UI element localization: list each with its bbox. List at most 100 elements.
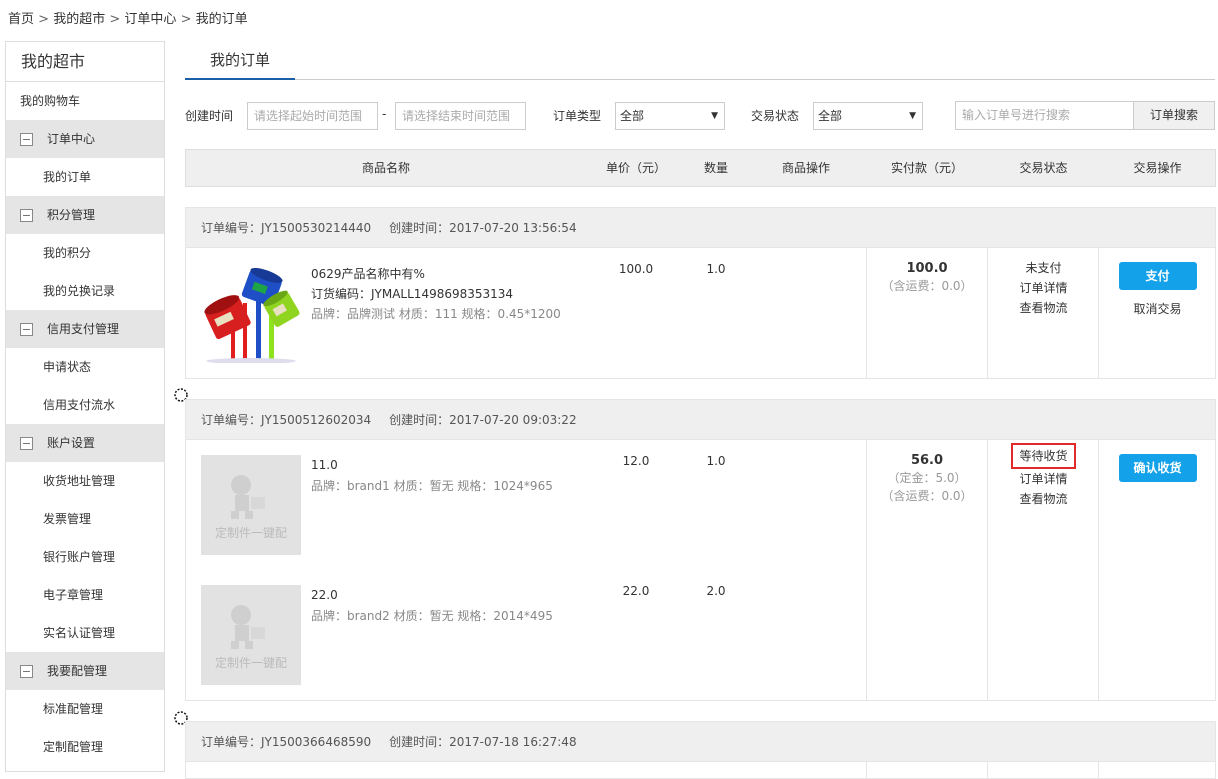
start-time-input[interactable]: 请选择起始时间范围 xyxy=(247,102,378,130)
quantity: 1.0 xyxy=(706,262,726,276)
breadcrumb-home[interactable]: 首页 xyxy=(8,12,34,27)
breadcrumb-separator: > xyxy=(180,12,192,27)
breadcrumb-order-center[interactable]: 订单中心 xyxy=(124,12,176,27)
order-created-time: 创建时间：2017-07-20 13:56:54 xyxy=(389,221,577,235)
quantity: 1.0 xyxy=(706,454,726,468)
col-paid-amount: 实付款（元） xyxy=(890,161,963,175)
breadcrumb-my-orders: 我的订单 xyxy=(195,12,248,27)
sidebar-item-verification[interactable]: 实名认证管理 xyxy=(6,614,164,652)
sidebar-group-order-center[interactable]: − 订单中心 xyxy=(6,120,164,158)
pay-button[interactable]: 支付 xyxy=(1118,262,1197,290)
sidebar-item-my-orders[interactable]: 我的订单 xyxy=(6,158,164,196)
order-detail-link[interactable]: 订单详情 xyxy=(988,278,1099,298)
sidebar-item-e-seal[interactable]: 电子章管理 xyxy=(6,576,164,614)
sidebar-item-credit-flow[interactable]: 信用支付流水 xyxy=(6,386,164,424)
order-table-header: 商品名称 单价（元） 数量 商品操作 实付款（元） 交易状态 交易操作 xyxy=(185,149,1216,187)
sidebar-item-my-points[interactable]: 我的积分 xyxy=(6,234,164,272)
trade-status-value: 全部 xyxy=(818,109,843,123)
order-type-label: 订单类型 xyxy=(553,109,602,123)
create-time-label: 创建时间 xyxy=(185,109,234,123)
trade-action-cell: 支付 取消交易 xyxy=(1099,262,1216,317)
col-product-name: 商品名称 xyxy=(361,161,410,175)
product-code: 订货编码：JYMALL1498698353134 xyxy=(311,287,514,301)
col-product-action: 商品操作 xyxy=(781,161,830,175)
order-search-input[interactable]: 输入订单号进行搜索 xyxy=(955,101,1134,130)
order-number: 订单编号：JY1500512602034 xyxy=(201,413,372,427)
product-meta: 品牌：品牌测试 材质：111 规格：0.45*1200 xyxy=(311,307,561,321)
paid-amount-cell: 56.0 （定金：5.0） （含运费：0.0） xyxy=(866,453,988,504)
order-header: 订单编号：JY1500366468590 创建时间：2017-07-18 16:2… xyxy=(185,721,1216,762)
breadcrumb-separator: > xyxy=(38,12,50,27)
sidebar-item-invoice[interactable]: 发票管理 xyxy=(6,500,164,538)
product-image-placeholder[interactable]: 定制件一键配 xyxy=(201,455,301,555)
robot-placeholder-icon xyxy=(231,475,265,519)
order-number: 订单编号：JY1500366468590 xyxy=(201,735,372,749)
sidebar-group-label: 订单中心 xyxy=(47,132,96,146)
order-number: 订单编号：JY1500530214440 xyxy=(201,221,372,235)
sidebar-item-apply-status[interactable]: 申请状态 xyxy=(6,348,164,386)
paid-amount: 56.0 xyxy=(910,453,944,468)
sidebar-item-cart[interactable]: 我的购物车 xyxy=(6,82,164,120)
product-name[interactable]: 11.0 xyxy=(311,458,338,472)
product-image-paint-buckets[interactable] xyxy=(201,263,301,364)
end-time-input[interactable]: 请选择结束时间范围 xyxy=(395,102,526,130)
sidebar-title: 我的超市 xyxy=(6,42,164,82)
order-created-time: 创建时间：2017-07-18 16:27:48 xyxy=(389,735,577,749)
order-header: 订单编号：JY1500530214440 创建时间：2017-07-20 13:5… xyxy=(185,207,1216,248)
sidebar-group-label: 信用支付管理 xyxy=(47,322,120,336)
tab-bar: 我的订单 xyxy=(185,42,1215,80)
sidebar-item-standard-config[interactable]: 标准配管理 xyxy=(6,690,164,728)
order-type-select[interactable]: 全部 ▼ xyxy=(615,102,725,130)
sidebar-item-redeem-history[interactable]: 我的兑换记录 xyxy=(6,272,164,310)
collapse-icon[interactable]: − xyxy=(20,664,33,678)
collapse-icon[interactable]: − xyxy=(20,436,33,450)
trade-status: 未支付 xyxy=(1025,261,1062,275)
robot-placeholder-icon xyxy=(231,605,265,649)
shipping-note: （含运费：0.0） xyxy=(881,489,973,503)
sidebar-group-config[interactable]: − 我要配管理 xyxy=(6,652,164,690)
sidebar-item-custom-config[interactable]: 定制配管理 xyxy=(6,728,164,766)
sidebar-group-account[interactable]: − 账户设置 xyxy=(6,424,164,462)
order-body: 定制件一键配 11.0 品牌：brand1 材质：暂无 规格：1024*965 … xyxy=(185,440,1216,701)
order-header: 订单编号：JY1500512602034 创建时间：2017-07-20 09:0… xyxy=(185,399,1216,440)
collapse-icon[interactable]: − xyxy=(20,322,33,336)
view-logistics-link[interactable]: 查看物流 xyxy=(988,489,1099,509)
sidebar-group-label: 积分管理 xyxy=(47,208,96,222)
paint-bucket-image xyxy=(204,267,300,364)
trade-status-cell: 等待收货 订单详情 查看物流 xyxy=(988,443,1099,509)
trade-status-cell: 未支付 订单详情 查看物流 xyxy=(988,258,1099,318)
breadcrumb-separator: > xyxy=(109,12,121,27)
quantity: 2.0 xyxy=(706,584,726,598)
collapse-icon[interactable]: − xyxy=(20,208,33,222)
order-search-button[interactable]: 订单搜索 xyxy=(1133,101,1215,130)
product-image-placeholder[interactable]: 定制件一键配 xyxy=(201,585,301,685)
col-unit-price: 单价（元） xyxy=(605,161,666,175)
filter-bar: 创建时间 请选择起始时间范围 - 请选择结束时间范围 订单类型 全部 ▼ 交易状… xyxy=(185,101,1215,131)
paid-amount: 100.0 xyxy=(906,261,948,276)
product-name[interactable]: 0629产品名称中有% xyxy=(311,265,425,282)
order-created-time: 创建时间：2017-07-20 09:03:22 xyxy=(389,413,577,427)
sidebar-item-bank-account[interactable]: 银行账户管理 xyxy=(6,538,164,576)
trade-status-select[interactable]: 全部 ▼ xyxy=(813,102,923,130)
order-detail-link[interactable]: 订单详情 xyxy=(988,469,1099,489)
placeholder-caption: 定制件一键配 xyxy=(214,656,287,670)
sidebar-group-points[interactable]: − 积分管理 xyxy=(6,196,164,234)
view-logistics-link[interactable]: 查看物流 xyxy=(988,298,1099,318)
sidebar: 我的超市 我的购物车 − 订单中心 我的订单 − 积分管理 我的积分 我的兑换记… xyxy=(5,41,165,772)
product-meta: 品牌：brand1 材质：暂无 规格：1024*965 xyxy=(311,479,553,493)
deposit-note: （定金：5.0） xyxy=(887,471,967,485)
unit-price: 22.0 xyxy=(622,584,650,598)
collapse-icon[interactable]: − xyxy=(20,132,33,146)
confirm-receipt-button[interactable]: 确认收货 xyxy=(1118,454,1197,482)
trade-status-label: 交易状态 xyxy=(751,109,800,123)
tab-my-orders[interactable]: 我的订单 xyxy=(185,42,295,80)
product-name[interactable]: 22.0 xyxy=(311,588,338,602)
unit-price: 100.0 xyxy=(618,262,654,276)
breadcrumb-my-market[interactable]: 我的超市 xyxy=(53,12,105,27)
cancel-order-link[interactable]: 取消交易 xyxy=(1099,300,1216,317)
sidebar-item-address[interactable]: 收货地址管理 xyxy=(6,462,164,500)
col-trade-action: 交易操作 xyxy=(1133,161,1182,175)
unit-price: 12.0 xyxy=(622,454,650,468)
sidebar-group-credit[interactable]: − 信用支付管理 xyxy=(6,310,164,348)
placeholder-caption: 定制件一键配 xyxy=(214,526,287,540)
